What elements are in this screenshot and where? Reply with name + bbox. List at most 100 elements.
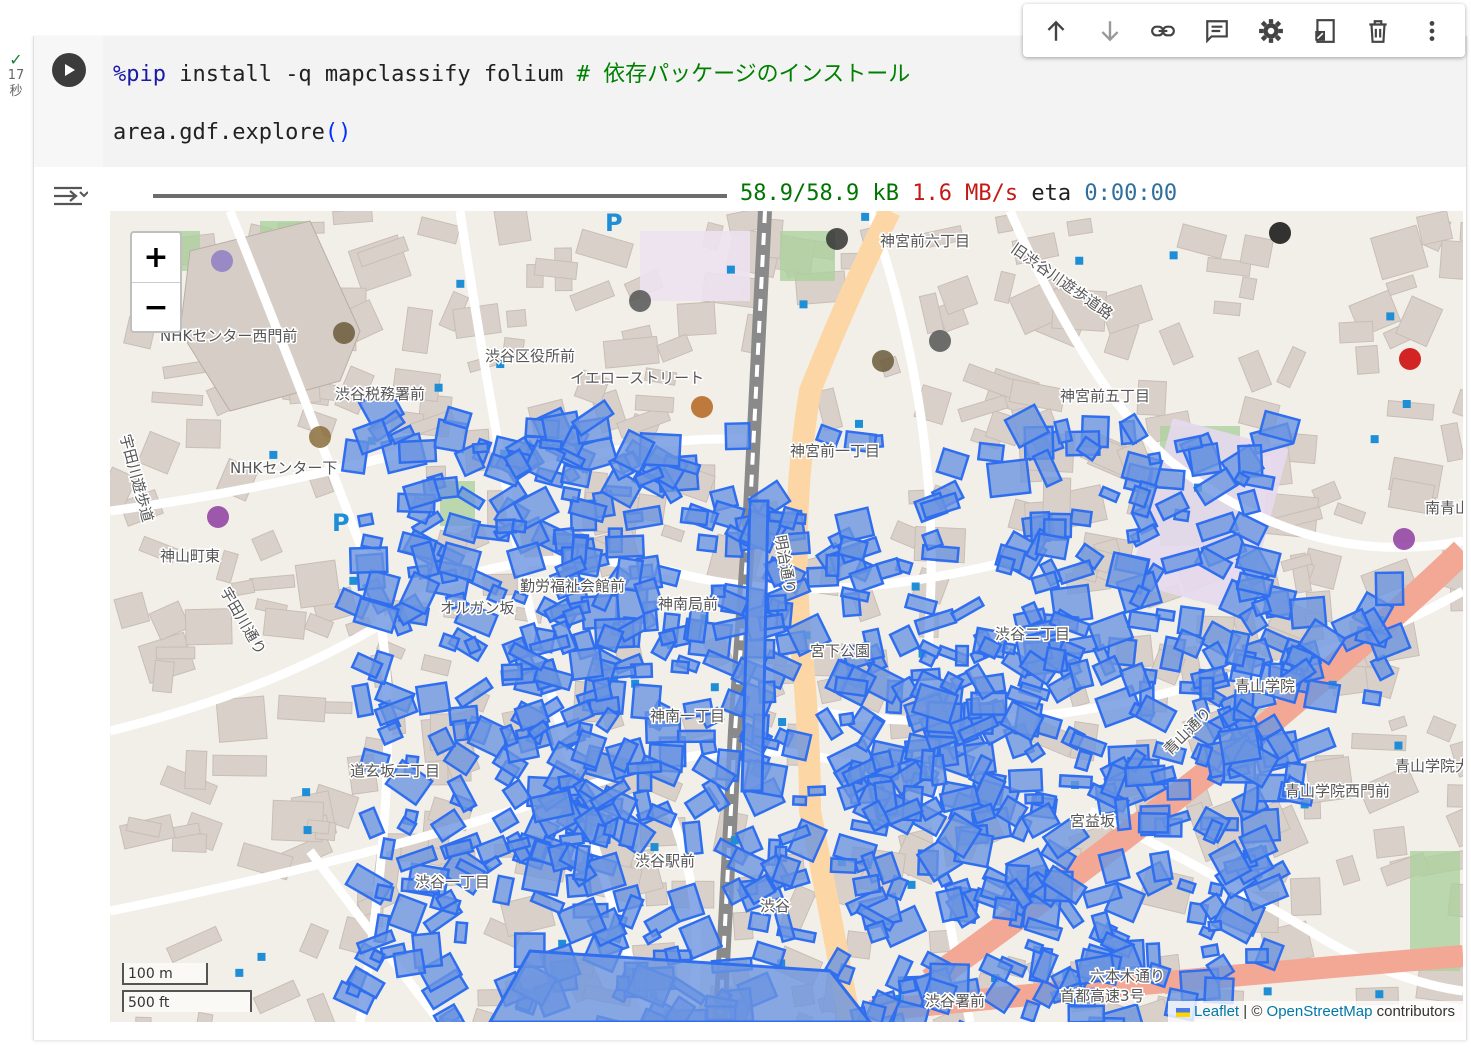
building-polygon[interactable] xyxy=(559,463,593,489)
building-polygon[interactable] xyxy=(451,718,470,743)
map-label: 渋谷署前 xyxy=(925,992,985,1010)
osm-link[interactable]: OpenStreetMap xyxy=(1267,1003,1373,1020)
bus-stop-icon xyxy=(269,450,278,459)
building-polygon[interactable] xyxy=(1058,773,1094,790)
zoom-out-button[interactable]: − xyxy=(132,283,180,332)
arrow-up-icon[interactable] xyxy=(1041,16,1071,46)
building-polygon[interactable] xyxy=(1203,976,1235,1005)
building-polygon[interactable] xyxy=(679,506,710,527)
building-polygon[interactable] xyxy=(1166,778,1192,801)
building-polygon[interactable] xyxy=(471,441,490,454)
building-polygon[interactable] xyxy=(696,533,719,554)
more-vert-icon[interactable] xyxy=(1417,16,1447,46)
building-polygon[interactable] xyxy=(935,885,969,924)
building-polygon[interactable] xyxy=(1217,724,1263,766)
building-polygon[interactable] xyxy=(1361,688,1383,707)
building-polygon[interactable] xyxy=(1374,571,1405,607)
building-polygon[interactable] xyxy=(392,948,427,979)
building-polygon[interactable] xyxy=(1125,528,1141,544)
building-polygon[interactable] xyxy=(374,883,395,902)
building-polygon[interactable] xyxy=(829,857,858,875)
success-check-icon: ✓ xyxy=(9,50,23,69)
building-polygon[interactable] xyxy=(1007,767,1044,794)
building-polygon[interactable] xyxy=(1207,919,1223,933)
building-polygon[interactable] xyxy=(985,458,1032,499)
building-polygon[interactable] xyxy=(348,546,389,575)
output-actions-icon[interactable] xyxy=(52,182,89,210)
building-polygon[interactable] xyxy=(670,659,691,675)
building-polygon[interactable] xyxy=(500,662,524,682)
building-polygon[interactable] xyxy=(724,421,752,451)
building-polygon[interactable] xyxy=(1302,678,1342,714)
building-polygon[interactable] xyxy=(807,785,827,797)
building-polygon[interactable] xyxy=(780,728,813,762)
bus-stop-icon xyxy=(1370,435,1379,444)
bus-stop-icon xyxy=(349,576,358,585)
link-icon[interactable] xyxy=(1148,16,1178,46)
zoom-in-button[interactable]: + xyxy=(132,233,180,283)
building-polygon[interactable] xyxy=(571,843,591,882)
building-polygon[interactable] xyxy=(1200,943,1221,959)
building-polygon[interactable] xyxy=(1137,812,1170,834)
leaflet-flag-icon xyxy=(1175,1007,1190,1017)
building-polygon[interactable] xyxy=(825,553,840,578)
arrow-down-icon[interactable] xyxy=(1095,16,1125,46)
building-polygon[interactable] xyxy=(1042,645,1067,675)
code-line-1: %pip install -q mapclassify folium # 依存パ… xyxy=(113,56,910,88)
folium-map[interactable]: PP 神宮前六丁目 旧渋谷川遊歩道路 神宮前五丁目 NHKセンター西門前 渋谷区役所前イ… xyxy=(110,211,1463,1022)
building-polygon[interactable] xyxy=(1126,609,1161,633)
building-polygon[interactable] xyxy=(685,607,709,644)
building-polygon[interactable] xyxy=(1067,1004,1106,1022)
building-polygon[interactable] xyxy=(681,820,704,856)
building-polygon[interactable] xyxy=(676,729,716,744)
building-polygon[interactable] xyxy=(954,644,970,667)
city-block xyxy=(1338,320,1374,344)
building-polygon[interactable] xyxy=(397,438,438,464)
building-polygon[interactable] xyxy=(833,675,869,698)
building-polygon[interactable] xyxy=(1250,596,1273,618)
building-polygon[interactable] xyxy=(897,977,918,995)
building-polygon[interactable] xyxy=(591,676,614,703)
building-polygon[interactable] xyxy=(1147,451,1163,466)
building-polygon[interactable] xyxy=(604,534,646,559)
trash-icon[interactable] xyxy=(1363,16,1393,46)
map-canvas[interactable]: PP 神宮前六丁目 旧渋谷川遊歩道路神宮前五丁目NHKセンター西門前渋谷区役所前イ… xyxy=(110,211,1463,1022)
building-polygon[interactable] xyxy=(538,438,563,452)
building-polygon[interactable] xyxy=(1034,532,1070,561)
city-block xyxy=(1438,239,1463,282)
building-polygon[interactable] xyxy=(747,910,772,934)
building-polygon[interactable] xyxy=(1024,792,1045,805)
building-polygon[interactable] xyxy=(568,646,605,682)
building-polygon[interactable] xyxy=(791,795,808,807)
mirror-cell-icon[interactable] xyxy=(1310,16,1340,46)
building-polygon[interactable] xyxy=(510,518,528,534)
building-polygon[interactable] xyxy=(976,441,1006,464)
building-polygon[interactable] xyxy=(414,681,452,716)
building-polygon[interactable] xyxy=(657,628,678,647)
gear-icon[interactable] xyxy=(1256,16,1286,46)
building-polygon[interactable] xyxy=(992,896,1020,922)
building-polygon[interactable] xyxy=(379,837,397,861)
building-polygon[interactable] xyxy=(766,593,788,613)
building-polygon[interactable] xyxy=(356,512,375,528)
leaflet-link[interactable]: Leaflet xyxy=(1194,1003,1239,1020)
map-label: 宮下公園 xyxy=(810,642,870,660)
building-polygon[interactable] xyxy=(838,711,856,727)
building-polygon[interactable] xyxy=(870,749,895,772)
building-polygon[interactable] xyxy=(1001,641,1017,656)
building-polygon[interactable] xyxy=(1148,850,1174,883)
parking-icon: P xyxy=(332,509,350,537)
building-polygon[interactable] xyxy=(1199,676,1215,701)
building-polygon[interactable] xyxy=(1113,797,1132,832)
building-polygon[interactable] xyxy=(851,873,882,897)
building-polygon[interactable] xyxy=(1069,508,1094,528)
run-cell-button[interactable] xyxy=(52,53,86,87)
building-polygon[interactable] xyxy=(626,760,663,776)
building-polygon[interactable] xyxy=(560,485,582,504)
building-polygon[interactable] xyxy=(453,920,469,945)
building-polygon[interactable] xyxy=(995,554,1017,576)
comment-icon[interactable] xyxy=(1202,16,1232,46)
building-polygon[interactable] xyxy=(1245,947,1269,964)
building-polygon[interactable] xyxy=(865,919,890,944)
building-polygon[interactable] xyxy=(919,748,936,782)
